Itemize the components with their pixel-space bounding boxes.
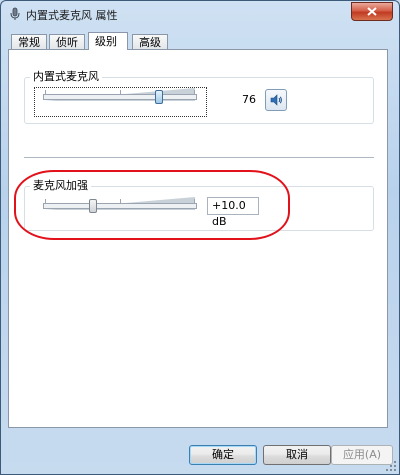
close-icon: [367, 7, 377, 16]
section-divider: [24, 157, 374, 158]
tab-general[interactable]: 常规: [11, 34, 47, 49]
microphone-slider-track[interactable]: [43, 94, 197, 100]
title-bar[interactable]: 内置式麦克风 属性: [1, 1, 399, 29]
microphone-slider-thumb[interactable]: [154, 90, 163, 104]
levels-panel: 内置式麦克风 76 麦克风加强 +10.0 dB: [8, 49, 388, 428]
resize-grip-icon[interactable]: [385, 460, 397, 472]
window-title: 内置式麦克风 属性: [26, 9, 118, 22]
properties-window: 内置式麦克风 属性 常规 侦听 级别 高级 内置式麦克风 76 麦克风加强 +1…: [0, 0, 400, 475]
highlight-annotation: [14, 170, 290, 240]
microphone-value: 76: [242, 93, 256, 106]
microphone-label: 内置式麦克风: [30, 70, 102, 84]
cancel-button[interactable]: 取消: [263, 445, 331, 465]
mute-button[interactable]: [265, 89, 287, 111]
microphone-icon: [10, 7, 20, 20]
close-button[interactable]: [351, 2, 393, 21]
tab-levels[interactable]: 级别: [88, 32, 128, 50]
tab-listen[interactable]: 侦听: [49, 34, 85, 49]
ok-button[interactable]: 确定: [189, 445, 257, 465]
apply-button[interactable]: 应用(A): [331, 445, 393, 465]
speaker-icon: [270, 94, 282, 106]
tab-advanced[interactable]: 高级: [132, 34, 168, 49]
